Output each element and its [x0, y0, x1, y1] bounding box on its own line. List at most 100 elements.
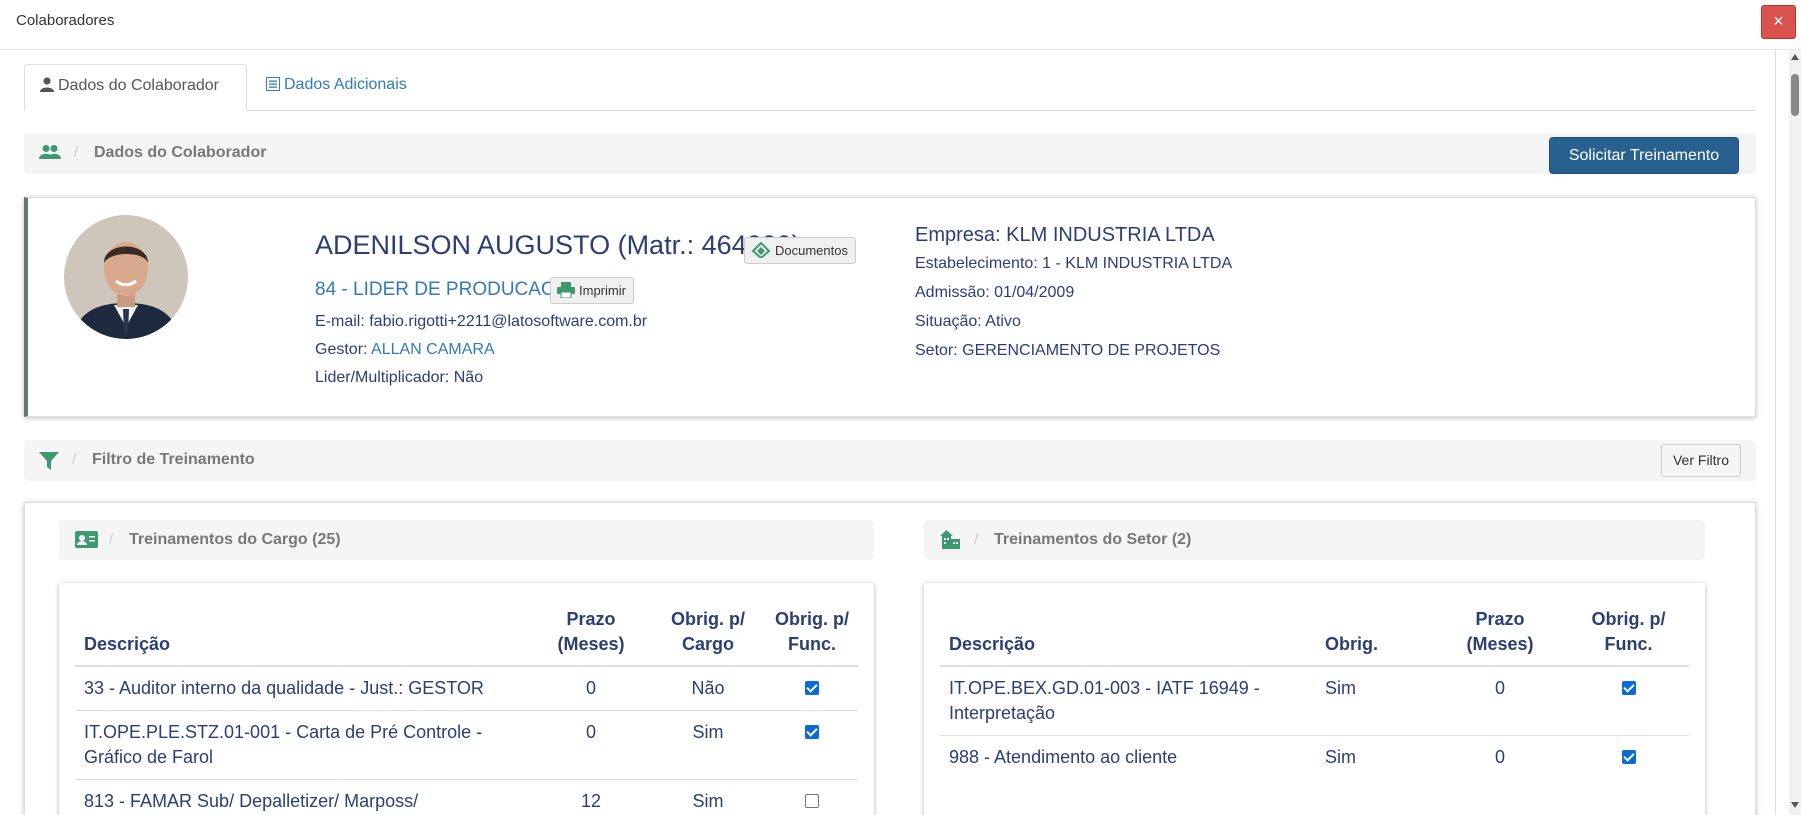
- col-required-role: Obrig. p/Cargo: [650, 599, 766, 667]
- row-required-func: [1568, 666, 1689, 736]
- row-required-func: [766, 666, 858, 711]
- table-row: 813 - FAMAR Sub/ Depalletizer/ Marposs/ …: [75, 779, 858, 815]
- col-required-func: Obrig. p/Func.: [1568, 599, 1689, 667]
- window-title: Colaboradores: [16, 12, 115, 29]
- tab-dados-colaborador[interactable]: Dados do Colaborador: [24, 64, 247, 111]
- tab-dados-adicionais[interactable]: Dados Adicionais: [251, 64, 422, 111]
- row-required-func: [766, 710, 858, 780]
- tab-bar: Dados do Colaborador Dados Adicionais: [24, 64, 1756, 111]
- view-filter-button[interactable]: Ver Filtro: [1661, 444, 1741, 477]
- row-deadline: 12: [532, 779, 650, 815]
- status: Situação: Ativo: [915, 313, 1021, 330]
- print-label: Imprimir: [579, 283, 626, 298]
- tab-label: Dados do Colaborador: [58, 77, 219, 94]
- leader-line: Lider/Multiplicador: Não: [315, 369, 483, 387]
- manager-link[interactable]: ALLAN CAMARA: [371, 341, 495, 358]
- request-training-button[interactable]: Solicitar Treinamento: [1549, 137, 1739, 174]
- avatar: [64, 215, 188, 339]
- establishment: Estabelecimento: 1 - KLM INDUSTRIA LTDA: [915, 255, 1233, 272]
- row-deadline: 0: [532, 666, 650, 711]
- users-icon: [39, 145, 61, 159]
- scrollbar-thumb[interactable]: [1791, 74, 1799, 116]
- vertical-scrollbar[interactable]: [1789, 50, 1801, 815]
- row-description: IT.OPE.PLE.STZ.01-001 - Carta de Pré Con…: [75, 710, 532, 780]
- table-row: IT.OPE.PLE.STZ.01-001 - Carta de Pré Con…: [75, 710, 858, 780]
- money-icon: [751, 241, 771, 260]
- avatar-photo: [64, 215, 188, 339]
- id-card-icon: [75, 531, 98, 548]
- col-description: Descrição: [940, 599, 1316, 667]
- row-deadline: 0: [1494, 747, 1505, 767]
- close-button[interactable]: ×: [1761, 5, 1796, 39]
- cargo-trainings-table: Descrição Prazo (Meses) Obrig. p/Cargo Ob…: [75, 599, 858, 815]
- profile-card: ADENILSON AUGUSTO (Matr.: 464200) Docume…: [24, 197, 1756, 417]
- required-func-checkbox[interactable]: [1621, 681, 1636, 695]
- required-func-checkbox[interactable]: [1621, 750, 1636, 764]
- main-content: Dados do Colaborador Dados Adicionais / …: [0, 50, 1780, 815]
- table-row: IT.OPE.BEX.GD.01-003 - IATF 16949 - Inte…: [940, 666, 1689, 736]
- tab-label: Dados Adicionais: [284, 76, 407, 93]
- breadcrumb-title: Dados do Colaborador: [94, 144, 267, 161]
- scroll-down-icon[interactable]: [1791, 802, 1799, 808]
- leader-value: Não: [453, 369, 484, 386]
- email-value: fabio.rigotti+2211@latosoftware.com.br: [369, 313, 648, 330]
- row-required-role: Sim: [650, 710, 766, 780]
- documents-button[interactable]: Documentos: [744, 237, 856, 264]
- sector-trainings-card: Descrição Obrig. Prazo (Meses) Obrig. p/F…: [924, 583, 1705, 815]
- company: Empresa: KLM INDUSTRIA LTDA: [915, 224, 1215, 246]
- list-alt-icon: [266, 77, 280, 91]
- breadcrumb-separator: /: [109, 531, 114, 548]
- col-required-func: Obrig. p/Func.: [766, 599, 858, 667]
- collaborator-breadcrumb: / Dados do Colaborador: [24, 133, 1756, 174]
- sector: Setor: GERENCIAMENTO DE PROJETOS: [915, 342, 1221, 359]
- breadcrumb-separator: /: [72, 451, 77, 468]
- cargo-trainings-breadcrumb: / Treinamentos do Cargo (25): [59, 520, 874, 560]
- user-icon: [40, 77, 54, 92]
- filter-breadcrumb: / Filtro de Treinamento: [24, 440, 1756, 481]
- filter-icon: [39, 452, 59, 470]
- required-func-checkbox[interactable]: [805, 725, 819, 739]
- table-row: 33 - Auditor interno da qualidade - Just…: [75, 666, 858, 711]
- email-label: E-mail:: [315, 313, 365, 330]
- col-description: Descrição: [75, 599, 532, 667]
- scroll-up-icon[interactable]: [1791, 54, 1799, 60]
- col-required: Obrig.: [1316, 599, 1432, 667]
- required-func-checkbox[interactable]: [805, 681, 819, 695]
- row-deadline: 0: [1432, 666, 1568, 736]
- required-func-checkbox[interactable]: [805, 794, 819, 808]
- sector-trainings-table: Descrição Obrig. Prazo (Meses) Obrig. p/F…: [940, 599, 1689, 779]
- table-row: 988 - Atendimento ao cliente Sim 0: [940, 736, 1689, 780]
- row-description: 33 - Auditor interno da qualidade - Just…: [75, 666, 532, 711]
- sector-trainings-breadcrumb: / Treinamentos do Setor (2): [924, 520, 1705, 560]
- breadcrumb-title: Filtro de Treinamento: [92, 451, 255, 468]
- row-description: 988 - Atendimento ao cliente: [949, 747, 1178, 767]
- cargo-trainings-card: Descrição Prazo (Meses) Obrig. p/Cargo Ob…: [59, 583, 874, 815]
- row-required: Sim: [1316, 666, 1432, 736]
- row-required-role: Não: [650, 666, 766, 711]
- email-line: E-mail: fabio.rigotti+2211@latosoftware.…: [315, 313, 647, 331]
- print-button[interactable]: Imprimir: [550, 277, 634, 304]
- building-icon: [940, 530, 960, 549]
- content-edge: [1775, 50, 1776, 815]
- table-header-row: Descrição Prazo (Meses) Obrig. p/Cargo Ob…: [75, 599, 858, 667]
- row-description: 813 - FAMAR Sub/ Depalletizer/ Marposs/: [75, 779, 532, 815]
- row-required-role: Sim: [650, 779, 766, 815]
- row-deadline: 0: [532, 710, 650, 780]
- manager-line: Gestor: ALLAN CAMARA: [315, 341, 495, 359]
- table-header-row: Descrição Obrig. Prazo (Meses) Obrig. p/F…: [940, 599, 1689, 667]
- admission-date: Admissão: 01/04/2009: [915, 284, 1075, 301]
- breadcrumb-separator: /: [74, 144, 79, 161]
- leader-label: Lider/Multiplicador:: [315, 369, 450, 386]
- row-required: Sim: [1325, 747, 1356, 767]
- window-titlebar: Colaboradores ×: [0, 0, 1801, 50]
- col-deadline: Prazo (Meses): [532, 599, 650, 667]
- manager-label: Gestor:: [315, 341, 368, 358]
- col-deadline: Prazo (Meses): [1432, 599, 1568, 667]
- trainings-panel: / Treinamentos do Cargo (25) / Treinamen…: [24, 502, 1756, 815]
- printer-icon: [557, 282, 575, 299]
- cargo-trainings-title: Treinamentos do Cargo (25): [129, 531, 341, 548]
- collaborator-role: 84 - LIDER DE PRODUCAO II: [315, 279, 572, 300]
- documents-label: Documentos: [775, 243, 848, 258]
- breadcrumb-separator: /: [974, 531, 979, 548]
- sector-trainings-title: Treinamentos do Setor (2): [994, 531, 1192, 548]
